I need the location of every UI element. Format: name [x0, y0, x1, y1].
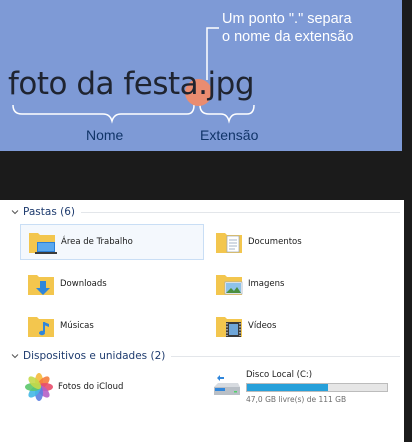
- extension-label: Extensão: [200, 127, 259, 143]
- folder-item-videos[interactable]: Vídeos: [214, 309, 276, 343]
- drive-usage-fill: [247, 384, 329, 391]
- icloud-photos-icon: [25, 373, 53, 401]
- hard-drive-icon: [214, 375, 240, 395]
- folder-item-pictures[interactable]: Imagens: [214, 267, 284, 301]
- folder-label-downloads: Downloads: [60, 279, 107, 289]
- drive-label: Disco Local (C:): [246, 370, 313, 380]
- pictures-folder-icon: [216, 275, 243, 295]
- music-folder-icon: [28, 317, 54, 337]
- folder-item-desktop[interactable]: Área de Trabalho: [20, 224, 204, 260]
- example-filename: foto da festa.jpg: [8, 66, 255, 102]
- chevron-down-icon[interactable]: [10, 351, 20, 361]
- separator-note-line1: Um ponto "." separa: [222, 11, 352, 27]
- folders-group-title: Pastas (6): [23, 206, 75, 218]
- folders-group-header[interactable]: Pastas (6): [10, 206, 400, 218]
- drive-details: Disco Local (C:) 47,0 GB livre(s) de 111…: [246, 370, 388, 404]
- folder-label-videos: Vídeos: [248, 321, 277, 331]
- folder-item-music[interactable]: Músicas: [26, 309, 94, 343]
- folder-label-documents: Documentos: [248, 237, 302, 247]
- documents-folder-icon: [216, 233, 242, 253]
- file-explorer-pane: Pastas (6) Área de Trabalho Documentos D…: [0, 200, 404, 442]
- folder-item-downloads[interactable]: Downloads: [26, 267, 107, 301]
- separator-note-line2: o nome da extensão: [222, 29, 354, 45]
- devices-group-header[interactable]: Dispositivos e unidades (2): [10, 350, 400, 362]
- group-divider: [81, 211, 400, 213]
- group-divider: [171, 355, 400, 357]
- icloud-photos-item[interactable]: Fotos do iCloud: [24, 370, 123, 404]
- icloud-photos-label: Fotos do iCloud: [58, 382, 124, 392]
- chevron-down-icon[interactable]: [10, 207, 20, 217]
- folder-label-desktop: Área de Trabalho: [61, 237, 133, 247]
- separator-note: Um ponto "." separa o nome da extensão: [222, 10, 353, 46]
- name-label: Nome: [86, 127, 124, 143]
- drive-item-local-c[interactable]: Disco Local (C:) 47,0 GB livre(s) de 111…: [212, 368, 388, 406]
- folder-item-documents[interactable]: Documentos: [214, 225, 302, 259]
- folder-label-pictures: Imagens: [248, 279, 285, 289]
- desktop-folder-icon: [29, 233, 57, 254]
- folder-label-music: Músicas: [60, 321, 94, 331]
- drive-usage-bar: [246, 383, 388, 392]
- downloads-folder-icon: [28, 275, 54, 295]
- drive-free-space: 47,0 GB livre(s) de 111 GB: [246, 395, 347, 404]
- devices-group-title: Dispositivos e unidades (2): [23, 350, 166, 362]
- filename-illustration: foto da festa.jpg Um ponto "." separa o …: [0, 0, 402, 151]
- videos-folder-icon: [216, 317, 242, 337]
